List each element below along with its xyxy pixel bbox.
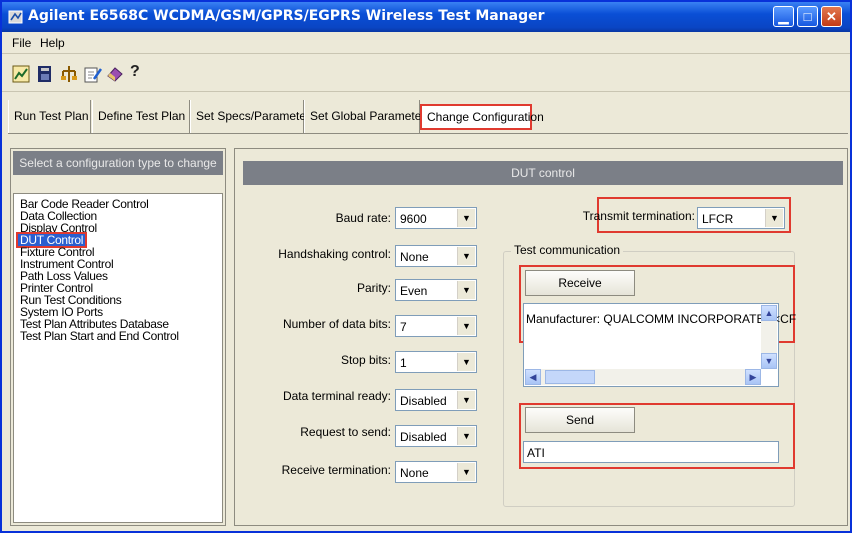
scroll-down-icon[interactable]: ▼: [761, 353, 777, 369]
close-button[interactable]: ✕: [821, 6, 842, 27]
transmit-termination-value: LFCR: [702, 212, 734, 226]
menu-file[interactable]: File: [12, 36, 31, 50]
minimize-icon: ▁: [778, 9, 789, 24]
chevron-down-icon[interactable]: ▼: [457, 427, 475, 445]
receive-button[interactable]: Receive: [525, 270, 635, 296]
receive-termination-select[interactable]: None ▼: [395, 461, 477, 483]
data-bits-select[interactable]: 7 ▼: [395, 315, 477, 337]
tab-change-configuration[interactable]: Change Configuration: [420, 104, 544, 130]
close-icon: ✕: [826, 9, 837, 24]
received-text: Manufacturer: QUALCOMM INCORPORATED<CF: [526, 312, 797, 326]
tab-set-specs-parameters[interactable]: Set Specs/Parameters: [190, 100, 316, 133]
tab-label: Define Test Plan: [98, 109, 186, 123]
parity-label: Parity:: [356, 281, 391, 295]
chevron-down-icon[interactable]: ▼: [457, 281, 475, 299]
scroll-left-icon[interactable]: ◀: [525, 369, 541, 385]
maximize-icon: □: [803, 9, 812, 24]
data-bits-value: 7: [400, 320, 407, 334]
chevron-down-icon[interactable]: ▼: [765, 209, 783, 227]
rts-label: Request to send:: [300, 425, 391, 439]
help-icon[interactable]: ?: [130, 63, 140, 81]
rts-value: Disabled: [400, 430, 447, 444]
stop-bits-value: 1: [400, 356, 407, 370]
app-icon: [8, 10, 23, 24]
tab-label: Set Global Parameters: [310, 109, 432, 123]
handshaking-label: Handshaking control:: [278, 247, 391, 261]
minimize-button[interactable]: ▁: [773, 6, 794, 27]
vertical-scrollbar[interactable]: ▲ ▼: [761, 305, 777, 369]
stop-bits-label: Stop bits:: [340, 353, 391, 367]
horizontal-scrollbar[interactable]: ◀ ▶: [525, 369, 761, 385]
dut-control-panel: DUT control Baud rate: 9600 ▼ Handshakin…: [234, 148, 848, 526]
config-type-panel: Select a configuration type to change Ba…: [10, 148, 226, 526]
dtr-select[interactable]: Disabled ▼: [395, 389, 477, 411]
handshaking-select[interactable]: None ▼: [395, 245, 477, 267]
handshaking-value: None: [400, 250, 429, 264]
list-item[interactable]: Test Plan Start and End Control: [20, 330, 179, 342]
maximize-button[interactable]: □: [797, 6, 818, 27]
send-button[interactable]: Send: [525, 407, 635, 433]
menu-help[interactable]: Help: [40, 36, 65, 50]
scroll-up-icon[interactable]: ▲: [761, 305, 777, 321]
eraser-icon[interactable]: [106, 65, 124, 83]
stop-bits-select[interactable]: 1 ▼: [395, 351, 477, 373]
edit-icon[interactable]: [84, 65, 102, 83]
config-panel-header: Select a configuration type to change: [13, 151, 223, 175]
receive-termination-value: None: [400, 466, 429, 480]
chevron-down-icon[interactable]: ▼: [457, 391, 475, 409]
rts-select[interactable]: Disabled ▼: [395, 425, 477, 447]
send-text-value: ATI: [527, 446, 545, 460]
window-title: Agilent E6568C WCDMA/GSM/GPRS/EGPRS Wire…: [28, 8, 545, 24]
baud-rate-value: 9600: [400, 212, 427, 226]
tab-label: Run Test Plan: [14, 109, 89, 123]
tree-icon[interactable]: [60, 65, 78, 83]
send-text-input[interactable]: ATI: [523, 441, 779, 463]
dtr-value: Disabled: [400, 394, 447, 408]
test-communication-label: Test communication: [511, 243, 624, 257]
tab-label: Change Configuration: [427, 110, 544, 124]
chevron-down-icon[interactable]: ▼: [457, 353, 475, 371]
baud-rate-label: Baud rate:: [335, 211, 391, 225]
tab-run-test-plan[interactable]: Run Test Plan: [8, 100, 91, 133]
config-type-list[interactable]: Bar Code Reader Control Data Collection …: [13, 193, 223, 523]
tab-strip: Run Test Plan Define Test Plan Set Specs…: [8, 100, 848, 134]
transmit-termination-label: Transmit termination:: [582, 209, 695, 223]
parity-select[interactable]: Even ▼: [395, 279, 477, 301]
toolbar: ?: [2, 56, 850, 92]
tab-set-global-parameters[interactable]: Set Global Parameters: [304, 100, 431, 133]
dut-panel-header: DUT control: [243, 161, 843, 185]
book-icon[interactable]: [36, 65, 54, 83]
chevron-down-icon[interactable]: ▼: [457, 247, 475, 265]
receive-termination-label: Receive termination:: [281, 463, 391, 477]
received-text-area[interactable]: Manufacturer: QUALCOMM INCORPORATED<CF ▲…: [523, 303, 796, 387]
menu-bar: File Help: [2, 32, 850, 54]
chevron-down-icon[interactable]: ▼: [457, 463, 475, 481]
chart-icon[interactable]: [12, 65, 30, 83]
scroll-thumb[interactable]: [545, 370, 595, 384]
data-bits-label: Number of data bits:: [282, 317, 391, 331]
tab-define-test-plan[interactable]: Define Test Plan: [92, 100, 190, 133]
scroll-right-icon[interactable]: ▶: [745, 369, 761, 385]
parity-value: Even: [400, 284, 428, 298]
tab-label: Set Specs/Parameters: [196, 109, 317, 123]
app-window: Agilent E6568C WCDMA/GSM/GPRS/EGPRS Wire…: [0, 0, 852, 533]
chevron-down-icon[interactable]: ▼: [457, 317, 475, 335]
title-bar[interactable]: Agilent E6568C WCDMA/GSM/GPRS/EGPRS Wire…: [2, 2, 850, 32]
dtr-label: Data terminal ready:: [282, 389, 391, 403]
transmit-termination-select[interactable]: LFCR ▼: [697, 207, 785, 229]
